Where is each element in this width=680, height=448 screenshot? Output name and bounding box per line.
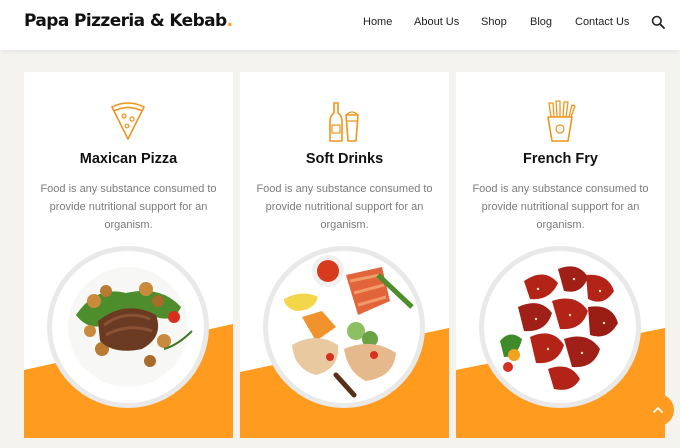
card-title: French Fry	[523, 151, 598, 167]
nav-home[interactable]: Home	[363, 16, 392, 28]
pizza-slice-icon	[111, 102, 145, 140]
card-description: Food is any substance consumed to provid…	[40, 183, 217, 231]
steak-plate-image	[47, 246, 209, 408]
nav-contact-us[interactable]: Contact Us	[575, 16, 629, 28]
card-title: Soft Drinks	[305, 151, 384, 167]
search-icon[interactable]	[651, 15, 665, 29]
logo-dot: .	[226, 11, 233, 31]
french-fries-icon	[547, 100, 576, 142]
menu-card-maxican-pizza[interactable]: Maxican Pizza Food is any substance cons…	[24, 72, 233, 438]
nav-shop[interactable]: Shop	[481, 16, 507, 28]
drinks-icon	[329, 102, 359, 142]
back-to-top-button[interactable]	[642, 394, 674, 426]
chicken-wings-plate-image	[479, 246, 641, 408]
card-description: Food is any substance consumed to provid…	[256, 183, 433, 231]
nav-blog[interactable]: Blog	[530, 16, 552, 28]
nav-about-us[interactable]: About Us	[414, 16, 459, 28]
chevron-up-icon	[653, 407, 663, 413]
card-description: Food is any substance consumed to provid…	[472, 183, 649, 231]
site-header: Papa Pizzeria & Kebab. Home About Us Sho…	[0, 0, 680, 50]
platter-plate-image	[263, 246, 425, 408]
menu-card-french-fry[interactable]: French Fry Food is any substance consume…	[456, 72, 665, 438]
menu-card-soft-drinks[interactable]: Soft Drinks Food is any substance consum…	[240, 72, 449, 438]
site-logo[interactable]: Papa Pizzeria & Kebab.	[24, 11, 233, 31]
logo-text: Papa Pizzeria & Kebab	[24, 11, 227, 31]
card-title: Maxican Pizza	[79, 151, 178, 167]
